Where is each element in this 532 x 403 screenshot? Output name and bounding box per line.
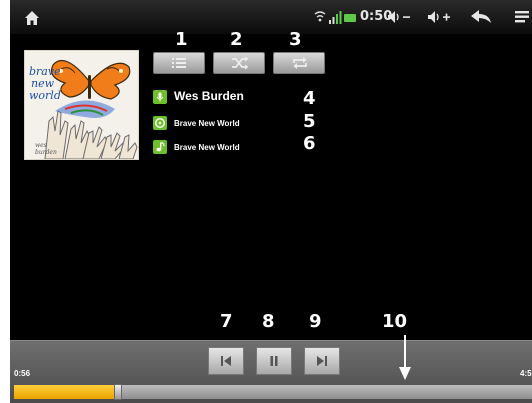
shuffle-button[interactable]: [213, 52, 265, 74]
album-art: brave new world wes burden: [24, 50, 139, 160]
album-art-signature-line-1: wes: [35, 142, 47, 149]
skip-next-icon: [317, 356, 327, 366]
music-note-icon: [153, 140, 167, 154]
repeat-button[interactable]: [273, 52, 325, 74]
wifi-icon: [314, 11, 326, 22]
status-bar: 0:50: [10, 0, 532, 34]
callout-1: 1: [175, 29, 188, 50]
callout-10: 10: [382, 311, 408, 332]
battery-icon: [344, 14, 356, 22]
signal-icon: [329, 11, 342, 24]
pause-icon: [270, 356, 278, 366]
menu-icon[interactable]: [514, 9, 530, 25]
previous-track-button[interactable]: [208, 347, 244, 375]
playback-panel: 0:56 4:5: [10, 340, 532, 403]
seek-bar[interactable]: [14, 384, 532, 400]
time-elapsed: 0:56: [14, 369, 31, 378]
album-art-title-line-3: world: [29, 89, 61, 102]
time-total: 4:5: [520, 369, 532, 378]
playlist-icon: [172, 58, 186, 68]
callout-2: 2: [230, 29, 243, 50]
callout-7: 7: [220, 311, 233, 332]
back-icon[interactable]: [470, 9, 492, 25]
seek-bar-progress: [14, 385, 118, 399]
album-name: Brave New World: [174, 119, 240, 128]
album-art-illustration: brave new world wes burden: [25, 51, 138, 159]
repeat-icon: [293, 57, 307, 69]
callout-6: 6: [303, 133, 316, 154]
next-track-button[interactable]: [304, 347, 340, 375]
shuffle-icon: [232, 56, 249, 70]
callout-4: 4: [303, 88, 316, 109]
callout-3: 3: [289, 29, 302, 50]
volume-down-icon[interactable]: [386, 9, 412, 25]
pause-button[interactable]: [256, 347, 292, 375]
playlist-button[interactable]: [153, 52, 205, 74]
callout-10-arrow: [399, 335, 411, 380]
artist-name: Wes Burden: [174, 89, 244, 103]
music-player-screen: 0:50 brave new world wes burden Wes Burd…: [10, 0, 532, 403]
callout-8: 8: [262, 311, 275, 332]
callout-9: 9: [309, 311, 322, 332]
home-icon[interactable]: [24, 10, 40, 26]
album-art-signature-line-2: burden: [35, 149, 57, 156]
album-disc-icon: [153, 116, 167, 130]
callout-5: 5: [303, 111, 316, 132]
microphone-icon: [153, 90, 167, 104]
song-title: Brave New World: [174, 143, 240, 152]
seek-bar-thumb[interactable]: [114, 384, 122, 400]
skip-previous-icon: [221, 356, 231, 366]
volume-up-icon[interactable]: [426, 9, 452, 25]
